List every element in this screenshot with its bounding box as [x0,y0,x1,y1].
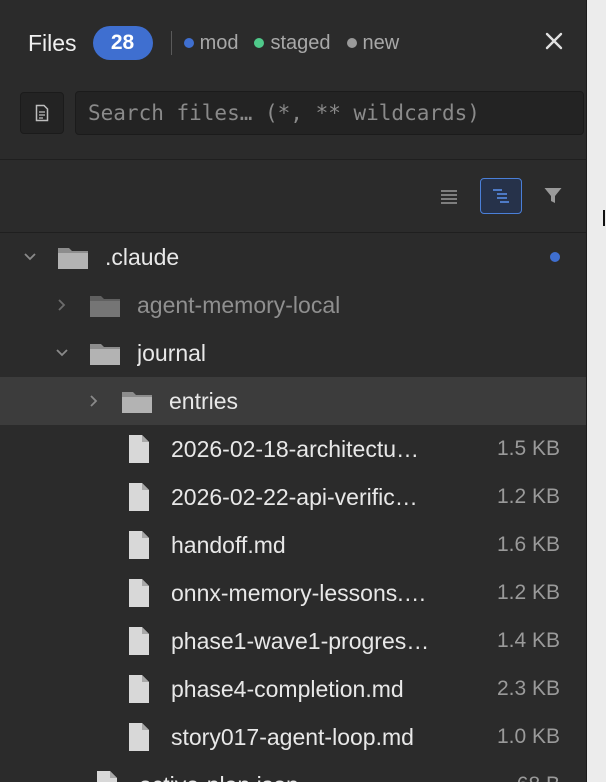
file-icon [122,722,156,752]
file-icon [90,770,124,782]
tree-row-file[interactable]: 2026-02-22-api-verific… 1.2 KB [0,473,586,521]
file-icon [122,434,156,464]
folder-icon [120,386,154,416]
file-filter-toggle-button[interactable] [20,92,64,134]
mod-dot-icon [183,38,194,48]
file-count-badge: 28 [92,26,153,60]
legend-new-label: new [362,31,400,54]
tree-row-file[interactable]: handoff.md 1.6 KB [0,521,586,569]
tree-row-file[interactable]: phase1-wave1-progres… 1.4 KB [0,617,586,665]
tree-item-name: agent-memory-local [137,291,341,318]
panel-title: Files [28,29,77,56]
staged-dot-icon [254,38,265,48]
file-icon [122,674,156,704]
tree-item-name: phase4-completion.md [171,675,404,702]
search-input[interactable] [75,91,584,135]
file-icon [122,530,156,560]
tree-item-name: onnx-memory-lessons.… [171,579,427,606]
chevron-right-icon[interactable] [84,394,104,408]
panel-header: Files 28 mod staged new [0,0,586,86]
tree-view-icon [493,189,509,203]
file-size: 68 B [517,773,560,782]
legend-staged-label: staged [270,31,331,54]
view-toolbar [0,159,586,232]
file-size: 1.6 KB [496,533,560,556]
file-icon [122,578,156,608]
legend-staged: staged [254,31,331,55]
legend-mod-label: mod [199,31,239,54]
file-size: 1.2 KB [496,485,560,508]
tree-row-journal-folder[interactable]: journal [0,329,586,377]
tree-item-name: entries [169,387,239,414]
tree-item-name: 2026-02-18-architectu… [171,435,420,462]
tree-row-file[interactable]: 2026-02-18-architectu… 1.5 KB [0,425,586,473]
filter-button[interactable] [532,178,574,214]
tree-item-name: active-plan.json [139,772,299,782]
tree-row-entries-folder[interactable]: entries [0,377,586,425]
document-icon [35,104,49,122]
cursor-mark [603,210,605,226]
close-button[interactable] [542,30,566,54]
tree-item-name: 2026-02-22-api-verific… [171,483,418,510]
new-dot-icon [346,38,357,48]
file-size: 1.0 KB [496,725,560,748]
tree-item-name: phase1-wave1-progres… [171,627,430,654]
tree-item-name: .claude [105,243,180,270]
chevron-right-icon[interactable] [52,298,72,312]
file-icon [122,626,156,656]
legend-new: new [346,31,400,55]
list-view-button[interactable] [428,178,470,214]
file-size: 2.3 KB [496,677,560,700]
tree-view-button[interactable] [480,178,522,214]
folder-icon [88,290,122,320]
folder-icon [56,242,90,272]
tree-row-file[interactable]: onnx-memory-lessons.… 1.2 KB [0,569,586,617]
list-view-icon [441,190,457,204]
tree-row-file[interactable]: phase4-completion.md 2.3 KB [0,665,586,713]
editor-edge [587,0,606,782]
folder-icon [88,338,122,368]
header-divider [170,31,172,55]
file-size: 1.2 KB [496,581,560,604]
tree-row-file[interactable]: story017-agent-loop.md 1.0 KB [0,713,586,761]
file-size: 1.4 KB [496,629,560,652]
close-icon [545,32,563,50]
chevron-down-icon[interactable] [20,252,40,262]
search-row [0,88,586,138]
modified-indicator-dot [550,252,560,262]
tree-row-agent-memory-local-folder[interactable]: agent-memory-local [0,281,586,329]
file-tree: .claude agent-memory-local journal entri… [0,232,586,782]
tree-row-file[interactable]: active-plan.json 68 B [0,761,586,782]
file-icon [122,482,156,512]
tree-item-name: journal [137,339,207,366]
legend-mod: mod [183,31,239,55]
chevron-down-icon[interactable] [52,348,72,358]
file-size: 1.5 KB [496,437,560,460]
tree-item-name: story017-agent-loop.md [171,723,414,750]
filter-icon [544,188,562,203]
tree-row-claude-folder[interactable]: .claude [0,233,586,281]
tree-item-name: handoff.md [171,531,286,558]
files-panel: Files 28 mod staged new Search files… (*… [0,0,587,782]
